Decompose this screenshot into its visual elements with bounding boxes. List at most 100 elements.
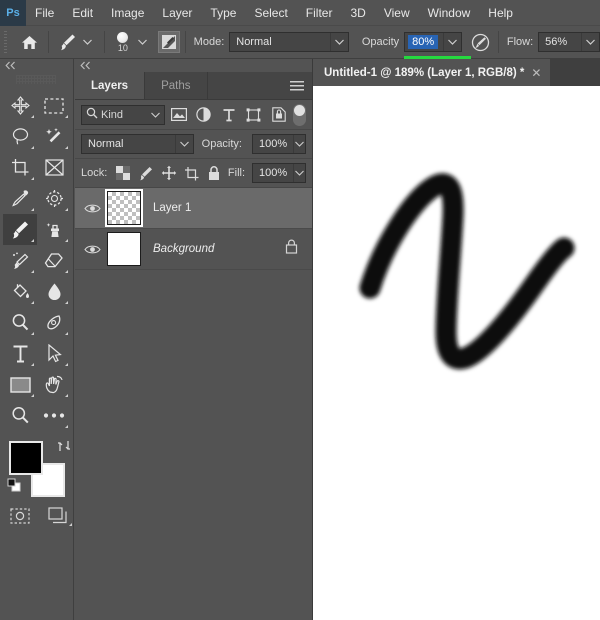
screen-mode-icon[interactable] [47, 505, 72, 527]
tool-more-indicator [31, 177, 34, 180]
tool-paint-bucket[interactable] [3, 276, 37, 307]
toolbar-collapse-button[interactable] [0, 59, 73, 72]
tool-rectangular-marquee[interactable] [37, 90, 71, 121]
canvas[interactable] [313, 86, 600, 620]
brush-settings-icon[interactable] [157, 31, 180, 53]
home-icon[interactable] [17, 29, 43, 55]
filter-adjustment-icon[interactable] [194, 105, 215, 125]
foreground-color-swatch[interactable] [9, 441, 43, 475]
tool-history-brush[interactable] [3, 245, 37, 276]
tool-more-indicator [65, 208, 68, 211]
brush-size-display[interactable]: 10 [110, 28, 136, 56]
menu-item-edit[interactable]: Edit [64, 3, 101, 23]
menu-item-type[interactable]: Type [202, 3, 244, 23]
lock-image-pixels-icon[interactable] [136, 163, 155, 183]
tool-clone-stamp[interactable] [37, 214, 71, 245]
layer-visibility-eye-icon[interactable] [79, 244, 105, 255]
filter-smart-object-icon[interactable] [268, 105, 289, 125]
filter-pixel-icon[interactable] [169, 105, 190, 125]
artwork-brush-stroke [359, 173, 575, 370]
default-colors-icon[interactable] [7, 478, 21, 497]
close-icon[interactable]: ✕ [531, 66, 541, 80]
tool-eyedropper[interactable] [3, 183, 37, 214]
menu-item-filter[interactable]: Filter [298, 3, 341, 23]
brush-icon [60, 34, 75, 50]
layer-fill-chevron-down-icon[interactable] [293, 164, 305, 182]
layer-locked-icon [285, 239, 298, 259]
lock-position-icon[interactable] [159, 163, 178, 183]
filter-kind-select[interactable]: Kind [81, 104, 165, 125]
blend-mode-select[interactable]: Normal [229, 32, 349, 52]
blend-mode-chevron-down-icon[interactable] [329, 33, 348, 51]
lock-transparent-pixels-icon[interactable] [113, 163, 132, 183]
tool-frame[interactable] [37, 152, 71, 183]
layer-fill-input[interactable]: 100% [252, 163, 307, 183]
opacity-chevron-down-icon[interactable] [442, 33, 461, 51]
quick-mask-icon[interactable] [9, 505, 31, 527]
tool-lasso[interactable] [3, 121, 37, 152]
brush-preset-chevron-down-icon[interactable] [81, 32, 95, 52]
tool-brush[interactable] [3, 214, 37, 245]
tool-zoom[interactable] [3, 400, 37, 431]
tool-hand[interactable] [37, 369, 71, 400]
lock-artboard-nesting-icon[interactable] [182, 163, 201, 183]
layer-opacity-chevron-down-icon[interactable] [293, 135, 305, 153]
tool-type[interactable] [3, 338, 37, 369]
tool-eraser[interactable] [37, 245, 71, 276]
panel-menu-icon[interactable] [290, 81, 304, 92]
flow-chevron-down-icon[interactable] [580, 33, 599, 51]
table-row[interactable]: Background [75, 229, 312, 270]
menu-item-file[interactable]: File [27, 3, 62, 23]
brush-size-chevron-down-icon[interactable] [136, 32, 150, 52]
tool-path-selection[interactable] [37, 338, 71, 369]
swap-colors-icon[interactable] [57, 439, 71, 458]
document-tab[interactable]: Untitled-1 @ 189% (Layer 1, RGB/8) * ✕ [313, 59, 551, 86]
menu-item-image[interactable]: Image [103, 3, 152, 23]
opacity-input[interactable]: 80% [404, 32, 462, 52]
tool-crop[interactable] [3, 152, 37, 183]
tab-layers[interactable]: Layers [75, 72, 146, 99]
brush-preset-picker[interactable] [54, 32, 99, 53]
layer-blend-mode-select[interactable]: Normal [81, 134, 194, 154]
tool-more-indicator [65, 332, 68, 335]
menu-item-help[interactable]: Help [480, 3, 521, 23]
flow-input[interactable]: 56% [538, 32, 600, 52]
tool-dodge[interactable] [3, 307, 37, 338]
menu-item-view[interactable]: View [376, 3, 418, 23]
filter-kind-chevron-down-icon[interactable] [148, 112, 164, 118]
lock-all-icon[interactable] [205, 163, 224, 183]
filter-type-icon[interactable] [218, 105, 239, 125]
tool-more-indicator [65, 394, 68, 397]
tools-panel [0, 59, 74, 620]
tool-move[interactable] [3, 90, 37, 121]
panel-tab-bar: Layers Paths [75, 72, 312, 100]
table-row[interactable]: Layer 1 [75, 188, 312, 229]
tool-blur[interactable] [37, 276, 71, 307]
layer-opacity-input[interactable]: 100% [252, 134, 306, 154]
tool-more-indicator [31, 208, 34, 211]
flow-value: 56% [545, 36, 568, 48]
menu-item-select[interactable]: Select [246, 3, 295, 23]
layer-visibility-eye-icon[interactable] [79, 203, 105, 214]
tool-edit-toolbar[interactable] [37, 400, 71, 431]
menu-item-layer[interactable]: Layer [154, 3, 200, 23]
tool-pen[interactable] [37, 307, 71, 338]
tool-spot-healing-brush[interactable] [37, 183, 71, 214]
airbrush-icon[interactable] [469, 31, 493, 53]
filter-shape-icon[interactable] [243, 105, 264, 125]
layer-thumbnail[interactable] [105, 230, 143, 268]
toolbar-bottom-buttons [0, 505, 73, 527]
layer-fill-value: 100% [259, 167, 288, 179]
layer-thumbnail[interactable] [105, 189, 143, 227]
menu-item-3d[interactable]: 3D [342, 3, 373, 23]
lock-label: Lock: [81, 167, 108, 179]
tool-quick-selection[interactable] [37, 121, 71, 152]
menu-item-window[interactable]: Window [420, 3, 479, 23]
options-bar-drag-handle[interactable] [2, 31, 11, 53]
layer-blend-chevron-down-icon[interactable] [174, 135, 193, 153]
toolbar-drag-handle[interactable] [16, 75, 56, 84]
tool-rectangle[interactable] [3, 369, 37, 400]
tab-paths[interactable]: Paths [145, 72, 208, 99]
filter-enable-toggle[interactable] [293, 103, 306, 126]
panel-collapse-button[interactable] [75, 59, 312, 72]
